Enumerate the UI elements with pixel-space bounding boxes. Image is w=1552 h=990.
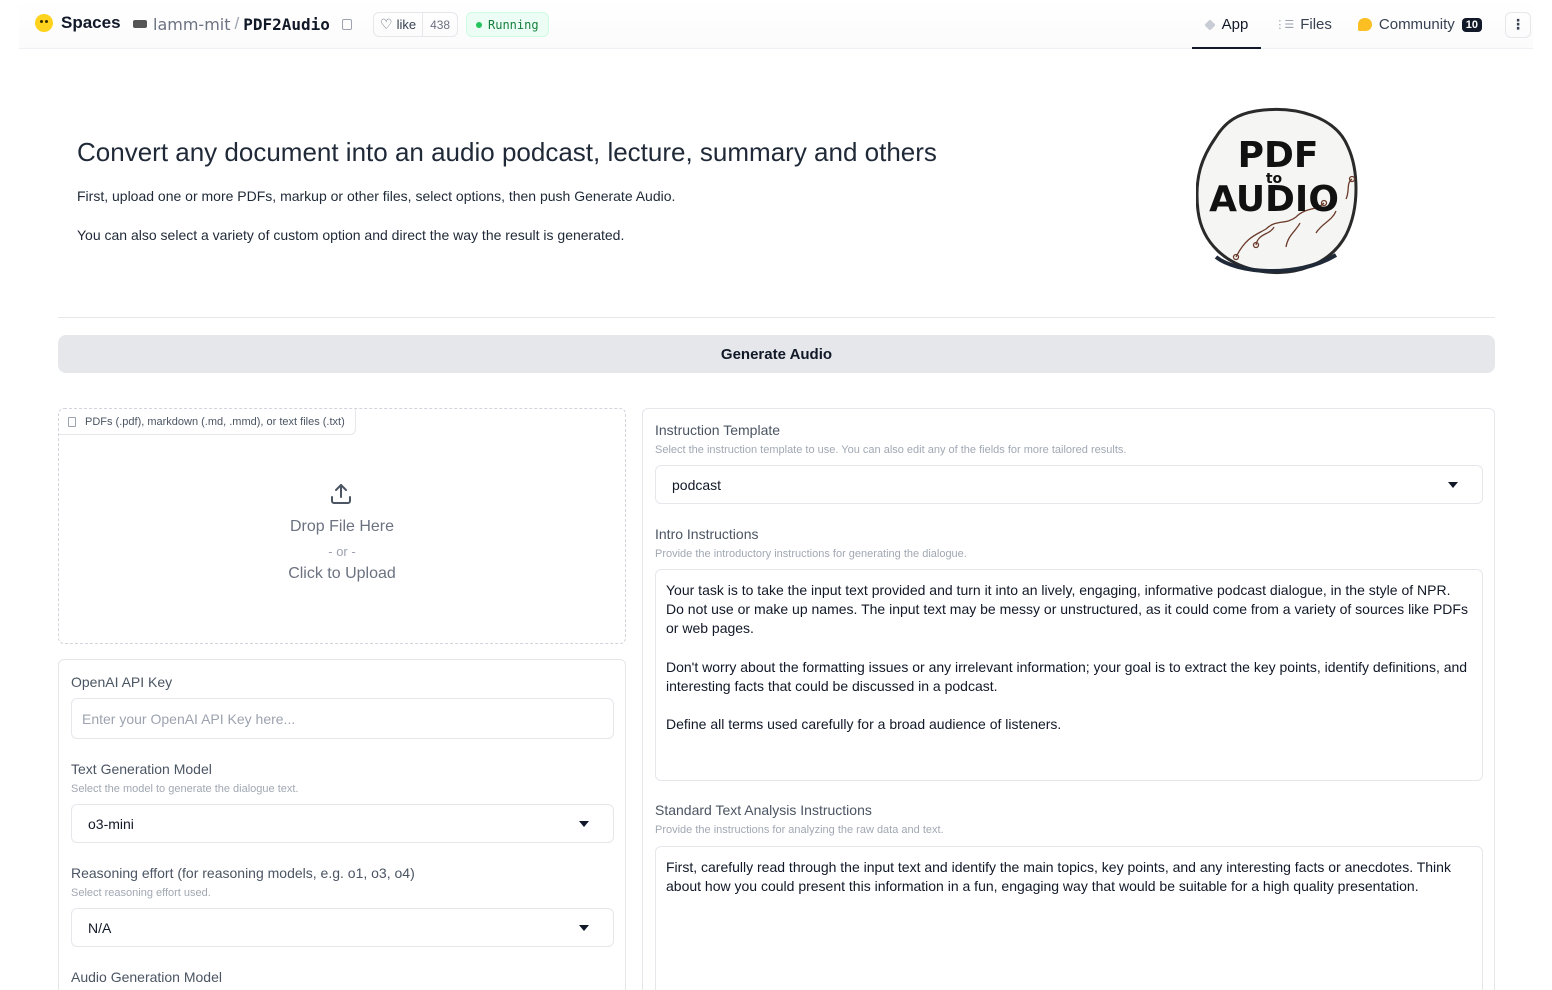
spaces-home-link[interactable]: Spaces [35, 13, 121, 33]
chevron-down-icon [579, 925, 589, 931]
chevron-down-icon [579, 821, 589, 827]
api-key-input[interactable] [71, 698, 614, 739]
like-label: like [396, 17, 417, 32]
analysis-instructions-info: Provide the instructions for analyzing t… [655, 824, 944, 836]
reasoning-effort-value: N/A [88, 919, 112, 936]
brand-label: Spaces [61, 13, 121, 32]
text-model-info: Select the model to generate the dialogu… [71, 783, 299, 795]
intro-instructions-textarea[interactable]: Your task is to take the input text prov… [655, 569, 1483, 781]
community-count-badge: 10 [1461, 17, 1482, 32]
heart-icon: ♡ [380, 16, 393, 32]
file-upload-dropzone[interactable]: PDFs (.pdf), markdown (.md, .mmd), or te… [58, 408, 626, 644]
breadcrumb-separator: / [234, 14, 240, 33]
like-count[interactable]: 438 [422, 13, 457, 36]
org-avatar-icon [133, 20, 147, 28]
status-badge: Running [466, 12, 549, 37]
text-model-dropdown[interactable]: o3-mini [71, 804, 614, 843]
space-tabs: App ⋮☰ Files Community 10 ⋮ [1191, 0, 1533, 49]
tab-files-label: Files [1300, 16, 1332, 33]
reasoning-effort-label: Reasoning effort (for reasoning models, … [71, 865, 415, 881]
top-navbar: Spaces lamm-mit / PDF2Audio ♡ like 438 R… [19, 0, 1533, 49]
logo-text-audio: AUDIO [1209, 179, 1339, 220]
logo-text-pdf: PDF [1238, 135, 1319, 176]
instruction-template-dropdown[interactable]: podcast [655, 465, 1483, 504]
model-settings-panel: OpenAI API Key Text Generation Model Sel… [58, 659, 626, 990]
tab-community[interactable]: Community 10 [1345, 0, 1495, 49]
intro-instructions-info: Provide the introductory instructions fo… [655, 548, 967, 560]
upload-icon [331, 484, 351, 504]
text-model-label: Text Generation Model [71, 761, 212, 777]
status-text: Running [488, 17, 539, 32]
status-dot-icon [476, 21, 482, 28]
upload-label: PDFs (.pdf), markdown (.md, .mmd), or te… [59, 409, 356, 435]
click-to-upload-text: Click to Upload [288, 565, 396, 582]
like-label-group: ♡ like [374, 13, 422, 36]
tab-app[interactable]: App [1191, 0, 1262, 49]
project-link[interactable]: PDF2Audio [243, 15, 330, 34]
chevron-down-icon [1448, 482, 1458, 488]
section-divider [58, 317, 1495, 318]
file-icon [68, 417, 76, 427]
drop-file-text: Drop File Here [289, 518, 395, 535]
hugging-face-logo-icon [35, 14, 53, 32]
instruction-template-value: podcast [672, 476, 722, 493]
repo-breadcrumb: lamm-mit / PDF2Audio [133, 14, 352, 34]
more-options-button[interactable]: ⋮ [1505, 11, 1531, 38]
like-button[interactable]: ♡ like 438 [373, 12, 459, 37]
community-icon [1357, 18, 1372, 31]
analysis-instructions-textarea[interactable]: First, carefully read through the input … [655, 846, 1483, 990]
api-key-label: OpenAI API Key [71, 674, 173, 690]
audio-model-label: Audio Generation Model [71, 969, 222, 985]
intro-line-1: First, upload one or more PDFs, markup o… [77, 188, 676, 204]
page-title: Convert any document into an audio podca… [77, 137, 937, 167]
copy-icon[interactable] [341, 18, 352, 30]
instruction-template-info: Select the instruction template to use. … [655, 444, 1127, 456]
intro-instructions-label: Intro Instructions [655, 526, 759, 542]
files-icon: ⋮☰ [1274, 19, 1294, 31]
reasoning-effort-info: Select reasoning effort used. [71, 887, 211, 899]
generate-audio-button[interactable]: Generate Audio [58, 335, 1495, 373]
org-link[interactable]: lamm-mit [153, 15, 231, 34]
tab-app-label: App [1221, 16, 1249, 33]
or-separator: - or - [328, 544, 356, 559]
instruction-template-label: Instruction Template [655, 422, 781, 438]
reasoning-effort-dropdown[interactable]: N/A [71, 908, 614, 947]
text-model-value: o3-mini [88, 815, 134, 832]
instructions-panel: Instruction Template Select the instruct… [642, 408, 1495, 990]
intro-line-2: You can also select a variety of custom … [77, 227, 625, 243]
pdf-to-audio-logo: PDF to AUDIO [1196, 108, 1358, 274]
cube-icon [1203, 18, 1216, 31]
analysis-instructions-label: Standard Text Analysis Instructions [655, 802, 872, 818]
kebab-icon: ⋮ [1511, 16, 1525, 32]
tab-files[interactable]: ⋮☰ Files [1261, 0, 1345, 49]
tab-community-label: Community [1378, 16, 1455, 33]
upload-label-text: PDFs (.pdf), markdown (.md, .mmd), or te… [85, 415, 345, 428]
